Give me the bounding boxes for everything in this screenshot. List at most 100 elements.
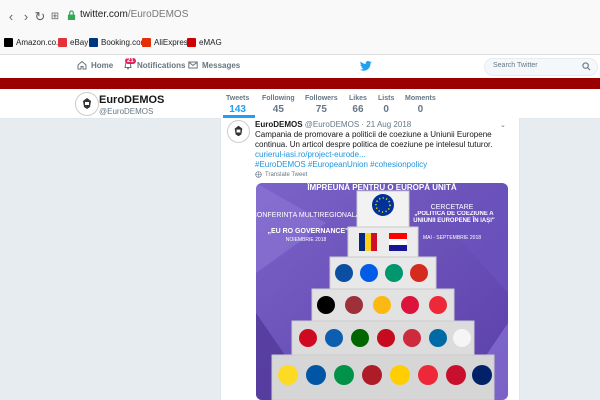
stat-following[interactable]: Following 45	[262, 95, 295, 115]
profile-banner	[0, 78, 600, 89]
poland-flag-circle	[401, 296, 419, 314]
bookmark-booking[interactable]: Booking.com	[89, 38, 147, 47]
ebay-icon	[58, 38, 67, 47]
pyramid-tier-1	[356, 190, 410, 228]
globe-icon	[255, 171, 262, 178]
slovakia-flag-circle	[335, 264, 353, 282]
greece-flag-circle	[325, 329, 343, 347]
stat-likes[interactable]: Likes 66	[349, 95, 367, 115]
denmark-flag-circle-2	[446, 365, 466, 385]
apps-grid-icon[interactable]: ⊞	[48, 10, 62, 24]
stat-label: Following	[262, 95, 295, 102]
eurodemos-logo-icon	[83, 98, 91, 109]
czech-flag-circle	[410, 264, 428, 282]
stat-tweets[interactable]: Tweets 143	[226, 95, 249, 115]
browser-toolbar: ‹ › ↻ ⊞ twitter.com/EuroDEMOS	[0, 0, 600, 35]
slovenia-flag-circle	[360, 264, 378, 282]
nav-home[interactable]: Home	[77, 60, 113, 70]
tweet-date[interactable]: · 21 Aug 2018	[361, 120, 411, 129]
stat-label: Followers	[305, 95, 338, 102]
media-left-title: CONFERINȚA MULTIREGIONALĂ	[256, 210, 361, 219]
pyramid-tier-5	[291, 320, 475, 356]
stat-label: Likes	[349, 95, 367, 102]
forward-icon[interactable]: ›	[19, 10, 33, 24]
pyramid-tier-6	[271, 354, 495, 400]
search-icon[interactable]	[582, 62, 591, 71]
address-bar[interactable]: twitter.com/EuroDEMOS	[80, 9, 188, 20]
sweden-flag-circle	[429, 329, 447, 347]
profile-name: EuroDEMOS	[99, 94, 165, 106]
stat-value: 75	[315, 104, 327, 115]
url-path: /EuroDEMOS	[127, 9, 189, 20]
austria-flag-circle	[429, 296, 447, 314]
media-right-subtitle: „POLITICA DE COEZIUNE A UNIUNII EUROPENE…	[413, 211, 495, 224]
tweet-author-name[interactable]: EuroDEMOS	[255, 120, 303, 129]
notifications-count-badge: 21	[125, 58, 136, 64]
stat-moments[interactable]: Moments 0	[405, 95, 436, 115]
nav-home-label: Home	[91, 60, 114, 70]
media-right-title: CERCETARE	[431, 204, 474, 211]
stat-value: 0	[417, 104, 424, 115]
tweet-link[interactable]: curierul-iasi.ro/project-eurode...	[255, 150, 366, 159]
envelope-icon	[188, 61, 198, 69]
bookmarks-bar: Amazon.co.uk eBay Booking.com AliExpress…	[0, 35, 600, 55]
portugal-flag-circle	[351, 329, 369, 347]
stat-value: 143	[229, 104, 246, 115]
pyramid-tier-2	[347, 226, 419, 258]
bookmark-emag[interactable]: eMAG	[187, 38, 222, 47]
bookmark-label: Booking.com	[101, 38, 148, 47]
media-right-date: MAI - SEPTEMBRIE 2018	[423, 235, 481, 241]
tweet-header: EuroDEMOS @EuroDEMOS · 21 Aug 2018	[255, 120, 411, 129]
germany-flag-circle	[390, 365, 410, 385]
bookmark-label: eBay	[70, 38, 89, 47]
spain-flag-circle	[377, 329, 395, 347]
cyprus-flag-circle	[453, 329, 471, 347]
lock-icon	[67, 10, 76, 20]
pyramid-tier-4	[311, 288, 455, 322]
tweet-hashtags[interactable]: #EuroDEMOS #EuropeanUnion #cohesionpolic…	[255, 160, 427, 169]
stat-label: Moments	[405, 95, 436, 102]
estonia-flag-circle	[317, 296, 335, 314]
translate-tweet[interactable]: Translate Tweet	[255, 171, 307, 178]
belgium-flag-circle	[278, 365, 298, 385]
bookmark-aliexpress[interactable]: AliExpress	[142, 38, 192, 47]
eu-flags-pyramid-illustration: ÎMPREUNĂ PENTRU O EUROPĂ UNITĂ CONFERINȚ…	[256, 183, 508, 400]
lithuania-flag-circle	[373, 296, 391, 314]
tweet-avatar[interactable]	[227, 120, 250, 143]
france-flag-circle	[306, 365, 326, 385]
media-left-date: NOIEMBRIE 2018	[286, 237, 327, 243]
nav-messages[interactable]: Messages	[188, 60, 240, 70]
home-icon	[77, 60, 87, 70]
reload-icon[interactable]: ↻	[33, 10, 47, 24]
tweet-body: Campania de promovare a politicii de coe…	[255, 130, 493, 149]
tweet-author-handle[interactable]: @EuroDEMOS	[305, 120, 359, 129]
twitter-bird-icon[interactable]	[360, 61, 372, 71]
back-icon[interactable]: ‹	[4, 10, 18, 24]
bulgaria-flag-circle	[385, 264, 403, 282]
bookmark-label: eMAG	[199, 38, 222, 47]
profile-avatar[interactable]	[75, 92, 99, 116]
pyramid-tier-3	[329, 256, 437, 290]
uk-flag-circle	[472, 365, 492, 385]
translate-label: Translate Tweet	[265, 171, 308, 178]
stat-followers[interactable]: Followers 75	[305, 95, 338, 115]
stat-label: Lists	[378, 95, 395, 102]
tweet-text: Campania de promovare a politicii de coe…	[255, 130, 510, 170]
malta-flag-circle	[299, 329, 317, 347]
tweet-media-image[interactable]: ÎMPREUNĂ PENTRU O EUROPĂ UNITĂ CONFERINȚ…	[256, 183, 508, 400]
stat-value: 45	[272, 104, 284, 115]
stat-lists[interactable]: Lists 0	[378, 95, 394, 115]
amazon-icon	[4, 38, 13, 47]
denmark-flag-circle	[403, 329, 421, 347]
media-left-subtitle: „EU RO GOVERNANCE"	[267, 228, 348, 235]
chevron-down-icon[interactable]: ⌄	[500, 121, 506, 129]
latvia-flag-circle	[345, 296, 363, 314]
search-input[interactable]: Search Twitter	[484, 58, 598, 76]
bookmark-ebay[interactable]: eBay	[58, 38, 88, 47]
nav-notifications-label: Notifications	[137, 60, 186, 70]
eurodemos-logo-icon	[234, 125, 243, 137]
aliexpress-icon	[142, 38, 151, 47]
search-placeholder: Search Twitter	[493, 62, 538, 69]
profile-handle: @EuroDEMOS	[99, 107, 154, 116]
url-host: twitter.com	[80, 9, 128, 20]
